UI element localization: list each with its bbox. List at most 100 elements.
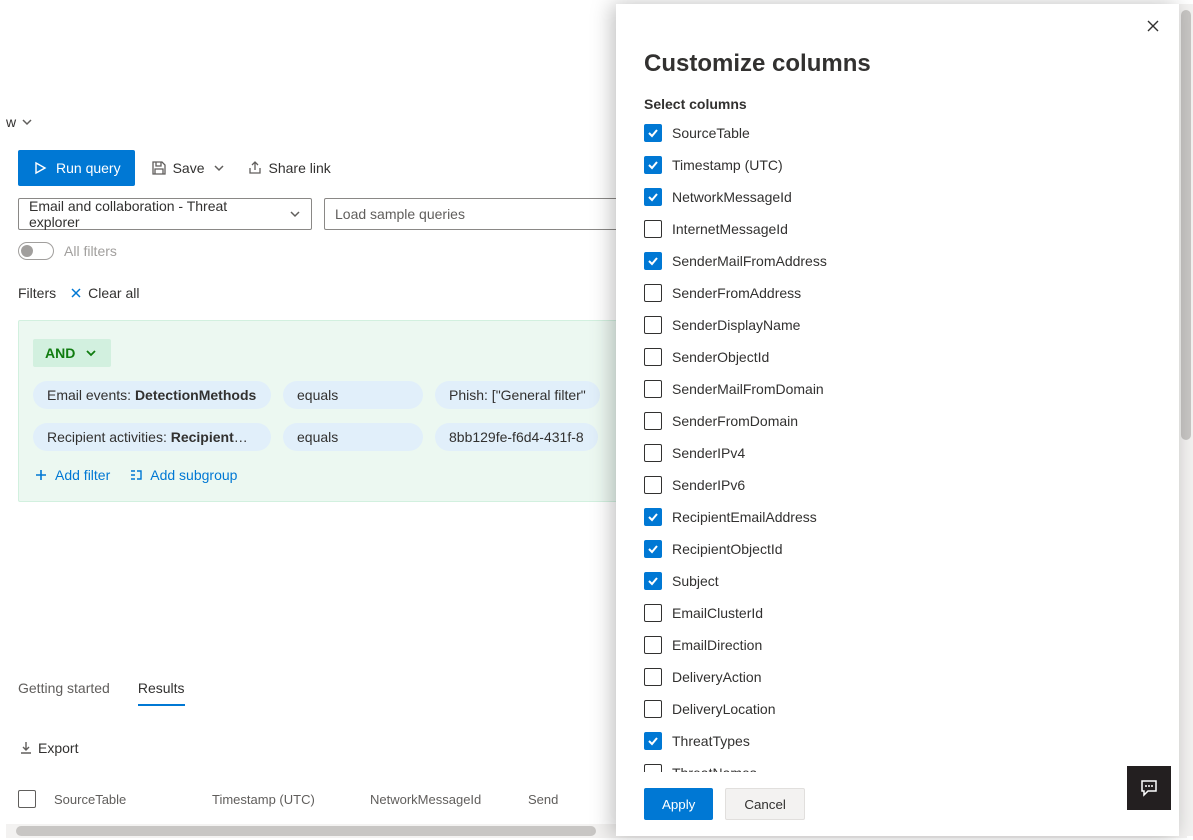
checkbox-label: SenderFromDomain [672,413,798,429]
page-scrollbar-vertical[interactable] [1179,4,1193,836]
checkbox[interactable] [644,124,662,142]
column-checkbox-row[interactable]: SenderIPv4 [644,442,1151,464]
scrollbar-thumb[interactable] [16,826,596,836]
column-checkbox-row[interactable]: Subject [644,570,1151,592]
feedback-button[interactable] [1127,766,1171,810]
checkbox[interactable] [644,508,662,526]
checkbox[interactable] [644,444,662,462]
apply-button[interactable]: Apply [644,788,713,820]
column-checkbox-row[interactable]: RecipientEmailAddress [644,506,1151,528]
checkbox[interactable] [644,476,662,494]
run-query-button[interactable]: Run query [18,150,135,186]
column-checkbox-row[interactable]: ThreatNames [644,762,1151,772]
column-checkbox-row[interactable]: SenderObjectId [644,346,1151,368]
panel-footer: Apply Cancel [616,772,1179,836]
clear-all-button[interactable]: Clear all [68,285,139,301]
share-link-button[interactable]: Share link [243,154,335,182]
column-checkbox-row[interactable]: InternetMessageId [644,218,1151,240]
column-checkbox-row[interactable]: SenderDisplayName [644,314,1151,336]
all-filters-toggle[interactable] [18,242,54,260]
filter-field-pill[interactable]: Recipient activities: RecipientObj... [33,423,271,451]
column-checkbox-row[interactable]: SourceTable [644,122,1151,144]
checkbox[interactable] [644,764,662,772]
tab-results[interactable]: Results [138,680,185,706]
filter-value-pill[interactable]: 8bb129fe-f6d4-431f-8 [435,423,598,451]
checkbox[interactable] [644,572,662,590]
logic-operator-pill[interactable]: AND [33,339,111,367]
all-filters-row: All filters [18,242,117,260]
column-checkbox-row[interactable]: RecipientObjectId [644,538,1151,560]
chat-icon [1139,778,1159,798]
panel-body: Customize columns Select columns SourceT… [616,4,1179,772]
save-button[interactable]: Save [147,154,231,182]
checkbox[interactable] [644,348,662,366]
chevron-down-icon [287,206,303,222]
tab-getting-started[interactable]: Getting started [18,680,110,706]
column-header[interactable]: NetworkMessageId [370,792,510,807]
run-query-label: Run query [56,160,121,176]
filter-operator-pill[interactable]: equals [283,423,423,451]
checkbox[interactable] [644,380,662,398]
checkbox-label: DeliveryAction [672,669,761,685]
column-checkbox-row[interactable]: DeliveryAction [644,666,1151,688]
filter-field-pill[interactable]: Email events: DetectionMethods [33,381,271,409]
share-icon [247,160,263,176]
column-header[interactable]: SourceTable [54,792,194,807]
checkbox-label: EmailClusterId [672,605,763,621]
share-label: Share link [269,160,331,176]
checkbox[interactable] [644,412,662,430]
cancel-button[interactable]: Cancel [725,788,805,820]
export-button[interactable]: Export [18,740,78,756]
column-checkbox-row[interactable]: SenderFromAddress [644,282,1151,304]
checkbox[interactable] [644,540,662,558]
checkbox-label: SenderFromAddress [672,285,801,301]
breadcrumb-dropdown[interactable]: w [6,114,35,130]
column-checkbox-row[interactable]: EmailDirection [644,634,1151,656]
scrollbar-thumb[interactable] [1181,10,1191,440]
checkbox[interactable] [644,732,662,750]
save-icon [151,160,167,176]
column-checkbox-row[interactable]: SenderMailFromDomain [644,378,1151,400]
column-checkbox-row[interactable]: Timestamp (UTC) [644,154,1151,176]
column-checkbox-row[interactable]: SenderMailFromAddress [644,250,1151,272]
column-checkbox-row[interactable]: NetworkMessageId [644,186,1151,208]
panel-subhead: Select columns [644,96,1151,112]
all-filters-label: All filters [64,243,117,259]
checkbox-label: SenderMailFromAddress [672,253,827,269]
checkbox[interactable] [644,604,662,622]
filter-operator-pill[interactable]: equals [283,381,423,409]
column-checkbox-row[interactable]: EmailClusterId [644,602,1151,624]
add-subgroup-button[interactable]: Add subgroup [128,467,237,483]
sample-queries-placeholder: Load sample queries [335,206,465,222]
select-all-checkbox[interactable] [18,790,36,808]
close-panel-button[interactable] [1145,18,1161,34]
plus-icon [33,467,49,483]
checkbox[interactable] [644,284,662,302]
column-checkbox-row[interactable]: ThreatTypes [644,730,1151,752]
filter-value-pill[interactable]: Phish: ["General filter" [435,381,600,409]
filters-title: Filters [18,285,56,301]
panel-title: Customize columns [644,50,1151,78]
checkbox-label: SenderIPv4 [672,445,745,461]
checkbox[interactable] [644,220,662,238]
column-header[interactable]: Timestamp (UTC) [212,792,352,807]
add-filter-button[interactable]: Add filter [33,467,110,483]
checkbox[interactable] [644,316,662,334]
checkbox[interactable] [644,156,662,174]
close-icon [68,285,84,301]
checkbox[interactable] [644,252,662,270]
add-subgroup-label: Add subgroup [150,467,237,483]
chevron-down-icon [211,160,227,176]
checkbox[interactable] [644,636,662,654]
column-checkbox-row[interactable]: SenderFromDomain [644,410,1151,432]
column-checkbox-row[interactable]: DeliveryLocation [644,698,1151,720]
download-icon [18,740,34,756]
scope-select[interactable]: Email and collaboration - Threat explore… [18,198,312,230]
column-checkbox-row[interactable]: SenderIPv6 [644,474,1151,496]
customize-columns-panel: Customize columns Select columns SourceT… [616,4,1179,836]
export-label: Export [38,740,78,756]
checkbox[interactable] [644,700,662,718]
checkbox[interactable] [644,188,662,206]
checkbox[interactable] [644,668,662,686]
checkbox-label: RecipientEmailAddress [672,509,817,525]
